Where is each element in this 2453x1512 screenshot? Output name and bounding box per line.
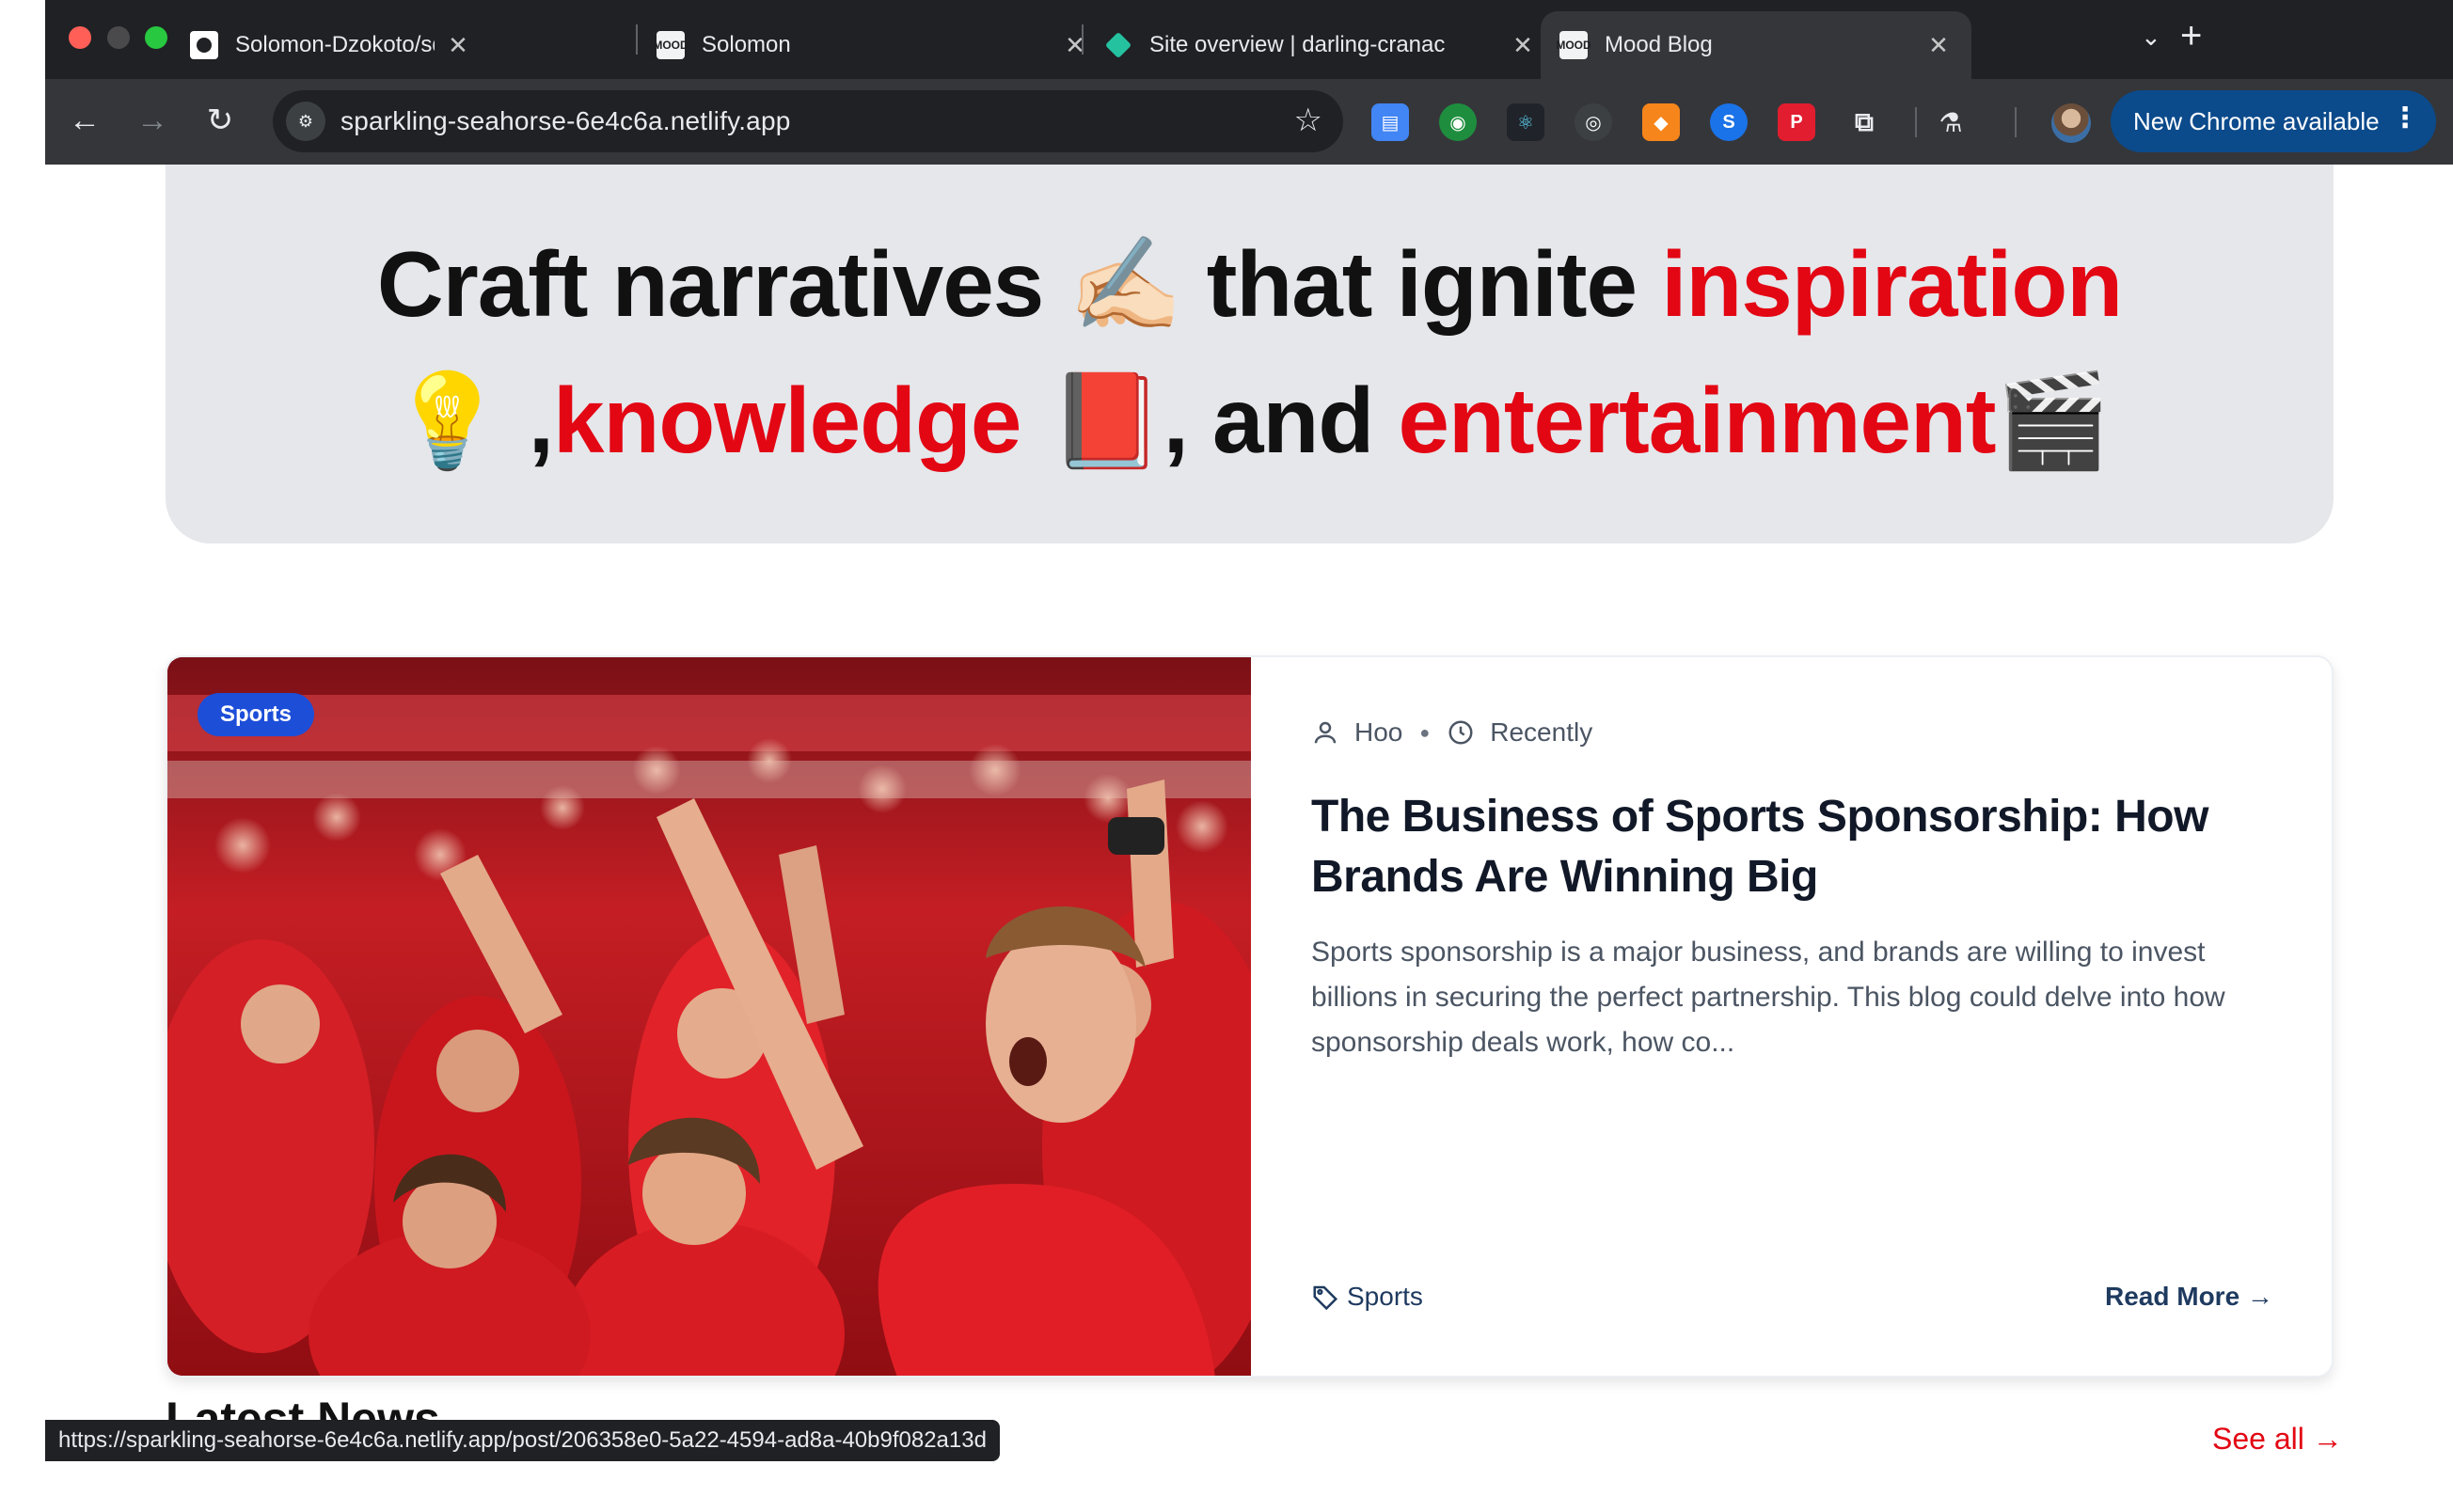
hero-accent-knowledge: knowledge	[552, 369, 1021, 472]
post-meta: Hoo ● Recently	[1311, 717, 1592, 748]
toolbar-divider	[1915, 107, 1917, 137]
minimize-window-button[interactable]	[107, 26, 130, 49]
hero-headline-line-2: 💡 ,knowledge 📕, and entertainment🎬	[166, 367, 2334, 475]
reload-icon[interactable]: ↻	[199, 100, 241, 141]
tab-github[interactable]: Solomon-Dzokoto/sd-mls-glo ✕	[171, 11, 491, 79]
user-icon	[1314, 721, 1337, 744]
link-status-bubble: https://sparkling-seahorse-6e4c6a.netlif…	[45, 1420, 1000, 1461]
profile-avatar[interactable]	[2051, 103, 2091, 143]
address-bar[interactable]: ⚙ sparkling-seahorse-6e4c6a.netlify.app …	[273, 90, 1343, 152]
sync-extension-icon[interactable]: S	[1710, 103, 1748, 141]
writing-hand-icon: ✍🏻	[1068, 231, 1183, 339]
post-title[interactable]: The Business of Sports Sponsorship: How …	[1311, 787, 2252, 907]
mood-blog-icon: MOOD	[1556, 31, 1591, 59]
netlify-icon	[1104, 31, 1132, 59]
chevron-down-icon[interactable]: ⌄	[2141, 23, 2161, 52]
hero-text: Craft narratives	[376, 232, 1068, 336]
clapperboard-icon: 🎬	[1995, 368, 2111, 475]
metamask-fox-icon[interactable]: ◆	[1642, 103, 1680, 141]
post-author: Hoo	[1354, 717, 1403, 747]
post-date: Recently	[1490, 717, 1593, 747]
tab-title: Solomon-Dzokoto/sd-mls-glo	[235, 32, 435, 57]
hero-headline-line-1: Craft narratives ✍🏻 that ignite inspirat…	[166, 230, 2334, 339]
featured-post-card[interactable]: Sports Hoo ● Recently The Business of Sp…	[166, 655, 2334, 1378]
close-icon[interactable]: ✕	[1509, 31, 1537, 59]
tab-strip: Solomon-Dzokoto/sd-mls-glo ✕ MOOD Solomo…	[45, 0, 2453, 79]
docs-extension-icon[interactable]: ▤	[1371, 103, 1409, 141]
post-excerpt: Sports sponsorship is a major business, …	[1311, 937, 2225, 1058]
hero-accent-entertainment: entertainment	[1398, 369, 1996, 472]
close-icon[interactable]: ✕	[444, 31, 472, 59]
hero-accent-inspiration: inspiration	[1661, 232, 2123, 336]
tab-solomon[interactable]: MOOD Solomon ✕	[638, 11, 1108, 79]
new-chrome-available-button[interactable]: New Chrome available ⋮	[2111, 90, 2436, 152]
bookmark-star-icon[interactable]: ☆	[1294, 102, 1322, 139]
labs-flask-icon[interactable]: ⚗	[1932, 103, 1970, 141]
featured-post-image[interactable]: Sports	[167, 657, 1251, 1376]
close-window-button[interactable]	[69, 26, 91, 49]
zoom-window-button[interactable]	[145, 26, 167, 49]
meta-separator: ●	[1419, 722, 1431, 742]
close-icon[interactable]: ✕	[1924, 31, 1953, 59]
back-arrow-icon[interactable]: ←	[64, 100, 105, 141]
tab-title: Mood Blog	[1605, 32, 1713, 57]
react-devtools-icon[interactable]: ⚛	[1507, 103, 1544, 141]
grammar-extension-icon[interactable]: ◉	[1439, 103, 1477, 141]
url-text[interactable]: sparkling-seahorse-6e4c6a.netlify.app	[340, 106, 791, 136]
post-tag-label: Sports	[1347, 1282, 1423, 1311]
update-button-label: New Chrome available	[2133, 106, 2380, 135]
hero-text: ,	[503, 369, 554, 472]
hero-text: , and	[1163, 369, 1399, 472]
read-more-link[interactable]: Read More →	[2105, 1282, 2273, 1312]
github-icon	[190, 31, 218, 59]
see-all-link[interactable]: See all →	[2212, 1422, 2343, 1457]
book-icon: 📕	[1021, 368, 1164, 475]
category-badge[interactable]: Sports	[198, 693, 315, 736]
hero-banner: Craft narratives ✍🏻 that ignite inspirat…	[166, 165, 2334, 543]
tag-icon	[1313, 1285, 1338, 1311]
browser-window-frame: Solomon-Dzokoto/sd-mls-glo ✕ MOOD Solomo…	[45, 0, 2453, 165]
lightbulb-icon: 💡	[389, 368, 504, 475]
browser-toolbar: ← → ↻ ⚙ sparkling-seahorse-6e4c6a.netlif…	[45, 79, 2453, 165]
site-settings-icon[interactable]: ⚙	[286, 102, 325, 141]
cheering-fans-illustration	[167, 657, 1251, 1376]
toolbar-divider	[2015, 107, 2017, 137]
hero-text: that ignite	[1181, 232, 1662, 336]
post-tag[interactable]: Sports	[1311, 1282, 1423, 1312]
more-vert-icon[interactable]: ⋮	[2391, 102, 2419, 134]
forward-arrow-icon[interactable]: →	[132, 100, 173, 141]
puzzle-extensions-icon[interactable]: ⧉	[1845, 103, 1883, 141]
tab-netlify[interactable]: Site overview | darling-cranac ✕	[1085, 11, 1556, 79]
tab-separator	[1082, 24, 1084, 55]
tab-title: Solomon	[702, 32, 791, 57]
red-extension-icon[interactable]: P	[1778, 103, 1815, 141]
clock-icon	[1448, 720, 1473, 745]
tab-title: Site overview | darling-cranac	[1149, 32, 1446, 57]
tab-mood-blog[interactable]: MOOD Mood Blog ✕	[1541, 11, 1971, 79]
plus-icon[interactable]: +	[2180, 15, 2202, 57]
target-extension-icon[interactable]: ◎	[1575, 103, 1612, 141]
mood-blog-icon: MOOD	[653, 31, 688, 59]
